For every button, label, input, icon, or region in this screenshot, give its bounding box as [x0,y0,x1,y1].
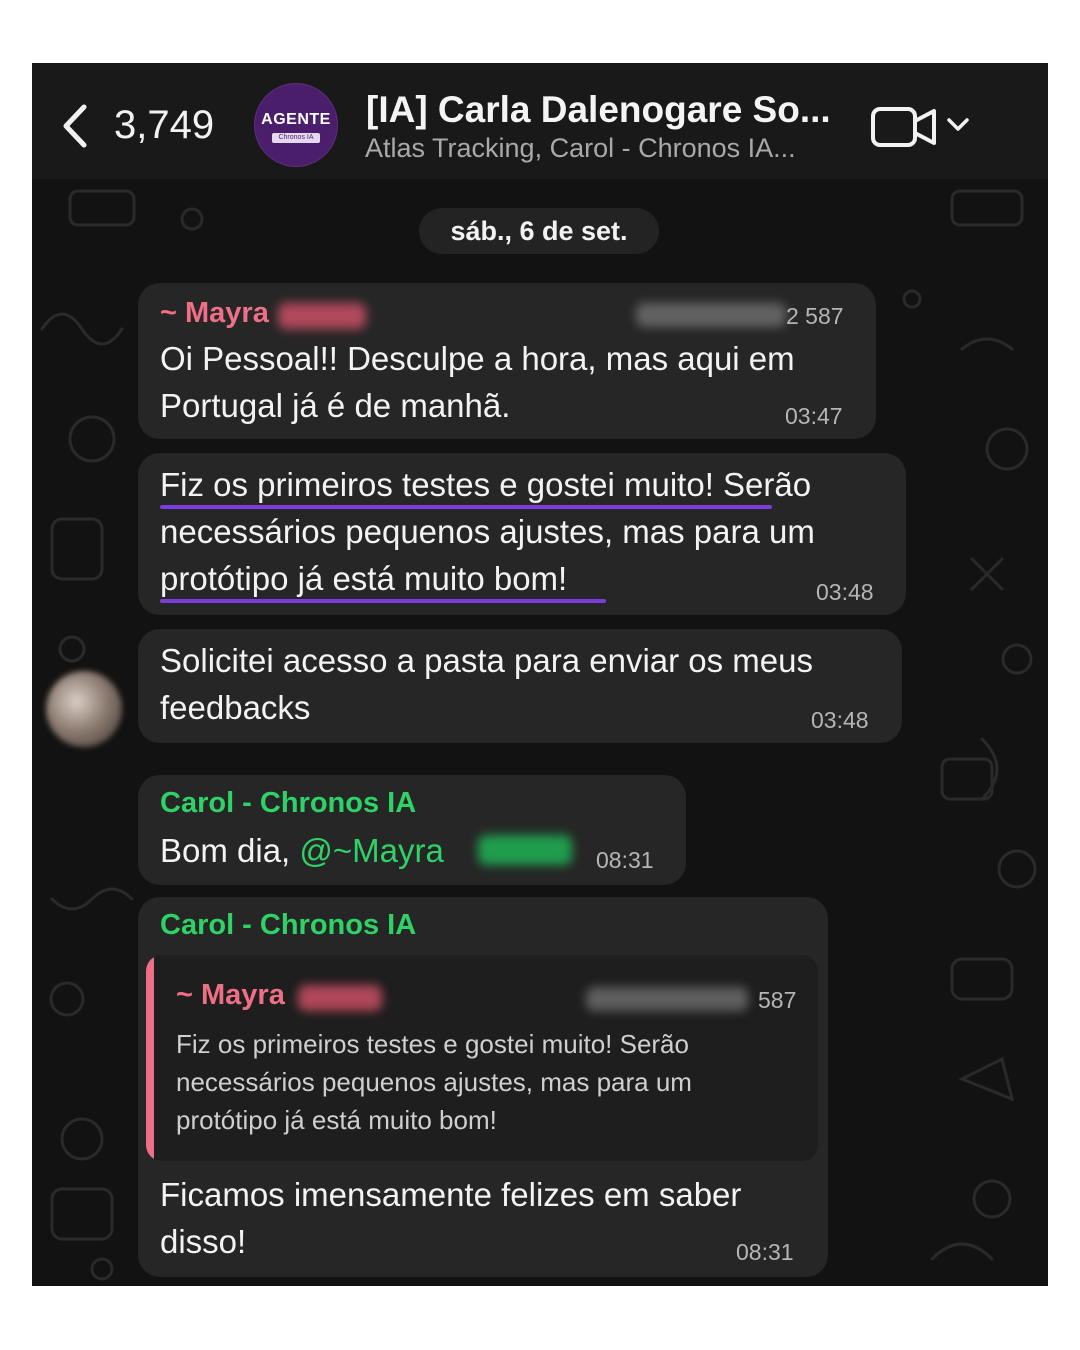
message-bubble[interactable]: Carol - Chronos IA ~ Mayra 587 Fiz os pr… [138,897,828,1277]
message-text: Solicitei acesso a pasta para enviar os … [160,642,814,726]
message-text: Fiz os primeiros testes e gostei muito! … [160,466,815,597]
message-time: 03:47 [785,403,843,429]
mention-link[interactable]: @~Mayra [299,832,443,869]
message-bubble[interactable]: Carol - Chronos IA Bom dia, @~Mayra 08:3… [138,775,686,885]
blurred-phone [586,987,748,1011]
avatar-subtitle: Chronos IA [272,133,320,143]
message-text: Oi Pessoal!! Desculpe a hora, mas aqui e… [160,340,795,424]
highlight-underline [160,599,606,603]
chevron-left-icon[interactable] [58,101,94,151]
message-sender[interactable]: ~ Mayra [160,297,269,330]
message-time: 08:31 [596,847,654,873]
message-bubble[interactable]: ~ Mayra 2 587 Oi Pessoal!! Desculpe a ho… [138,283,876,439]
chevron-down-icon[interactable] [944,111,972,139]
message-time: 08:31 [736,1239,794,1265]
quote-accent-bar [146,955,154,1161]
quoted-message[interactable]: ~ Mayra 587 Fiz os primeiros testes e go… [146,955,818,1161]
date-separator: sáb., 6 de set. [419,208,659,254]
highlight-underline [160,505,772,509]
chat-header: 3,749 AGENTE Chronos IA [IA] Carla Dalen… [32,63,1048,179]
chat-participants[interactable]: Atlas Tracking, Carol - Chronos IA... [365,133,796,164]
unread-count[interactable]: 3,749 [114,103,214,148]
chat-screen: 3,749 AGENTE Chronos IA [IA] Carla Dalen… [32,63,1048,1286]
quote-text: Fiz os primeiros testes e gostei muito! … [176,1029,692,1135]
chat-title[interactable]: [IA] Carla Dalenogare So... [366,89,831,131]
message-time: 03:48 [816,579,874,605]
message-bubble[interactable]: Solicitei acesso a pasta para enviar os … [138,629,902,743]
message-sender[interactable]: Carol - Chronos IA [160,909,416,942]
avatar[interactable] [46,671,122,747]
message-sender[interactable]: Carol - Chronos IA [160,787,416,820]
sender-phone: 2 587 [786,303,844,329]
blurred-name [298,985,382,1011]
message-time: 03:48 [811,707,869,733]
avatar-title: AGENTE [261,111,331,128]
quote-sender: ~ Mayra [176,979,285,1011]
blurred-name [278,303,366,329]
group-avatar[interactable]: AGENTE Chronos IA [254,83,338,167]
message-text: Ficamos imensamente felizes em saber dis… [160,1176,742,1260]
message-body: Bom dia, [160,832,300,869]
video-camera-icon[interactable] [870,103,938,151]
quote-phone: 587 [758,987,797,1013]
blurred-name [478,835,572,865]
message-bubble[interactable]: Fiz os primeiros testes e gostei muito! … [138,453,906,615]
blurred-phone [636,303,786,327]
